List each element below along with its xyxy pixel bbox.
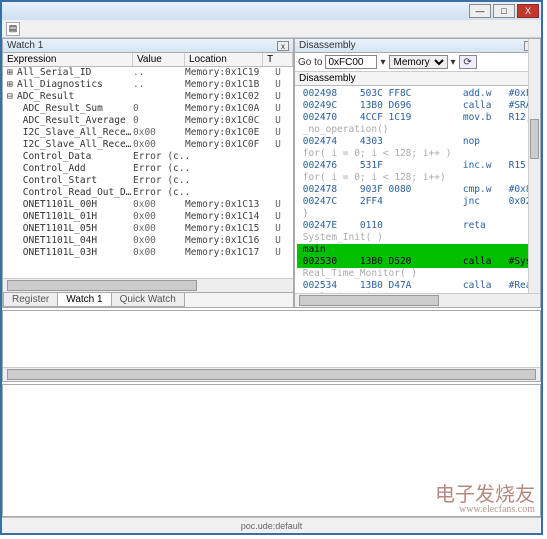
watch-pane-title: Watch 1 x xyxy=(3,39,293,53)
window-titlebar: — □ X xyxy=(2,2,541,20)
disasm-line[interactable]: 002478 903F 0080 cmp.w #0x80,R15 xyxy=(297,184,538,196)
watch-row[interactable]: Control_Read_Out_DataError (c.. xyxy=(3,187,293,199)
disasm-line[interactable]: 002470 4CCF 1C19 mov.b R12,0x1C19(R15) xyxy=(297,112,538,124)
watch-row[interactable]: Control_StartError (c.. xyxy=(3,175,293,187)
watch-row[interactable]: ⊞All_Serial_ID..Memory:0x1C19U xyxy=(3,67,293,79)
tab-register[interactable]: Register xyxy=(3,293,58,307)
disasm-hscroll[interactable] xyxy=(295,293,540,307)
goto-dropdown2-icon[interactable]: ▾ xyxy=(451,57,456,68)
goto-label: Go to xyxy=(298,57,322,68)
tab-watch1[interactable]: Watch 1 xyxy=(57,293,111,307)
watch-rows: ⊞All_Serial_ID..Memory:0x1C19U⊞All_Diagn… xyxy=(3,67,293,278)
disasm-line[interactable]: 00247E 0110 reta xyxy=(297,220,538,232)
tab-quickwatch[interactable]: Quick Watch xyxy=(111,293,185,307)
watch-row[interactable]: ADC_Result_Sum0Memory:0x1C0AU xyxy=(3,103,293,115)
disasm-line[interactable]: } xyxy=(297,208,538,220)
watch-row[interactable]: I2C_Slave_All_Received_Bytes_Coun0x00Mem… xyxy=(3,139,293,151)
disasm-line[interactable]: 00247C 2FF4 jnc 0x02465 xyxy=(297,196,538,208)
watch-pane: Watch 1 x Expression Value Location T ⊞A… xyxy=(2,38,294,308)
toolbar-icon[interactable]: ▤ xyxy=(6,22,20,36)
watch-row[interactable]: ONET1101L_05H0x00Memory:0x1C15U xyxy=(3,223,293,235)
disasm-header: Disassembly xyxy=(295,72,540,85)
watch-row[interactable]: ⊞All_Diagnostics..Memory:0x1C1BU xyxy=(3,79,293,91)
goto-dropdown-icon[interactable]: ▾ xyxy=(380,57,385,68)
watch-row[interactable]: I2C_Slave_All_Received_Memory_Add..0x00M… xyxy=(3,127,293,139)
col-expression[interactable]: Expression xyxy=(3,53,133,66)
disasm-title-label: Disassembly xyxy=(299,40,356,51)
watch-row[interactable]: ⊟ADC_ResultMemory:0x1C02U xyxy=(3,91,293,103)
disasm-line[interactable]: 002474 4303 nop xyxy=(297,136,538,148)
disasm-line[interactable]: Real_Time_Monitor( ) xyxy=(297,268,538,280)
maximize-button[interactable]: □ xyxy=(493,4,515,18)
disasm-line[interactable]: _no_operation() xyxy=(297,124,538,136)
watch-row[interactable]: ONET1101L_04H0x00Memory:0x1C16U xyxy=(3,235,293,247)
status-text: poc.ude:default xyxy=(241,521,303,531)
col-type[interactable]: T xyxy=(263,53,293,66)
main-toolbar: ▤ xyxy=(2,20,541,38)
disasm-line[interactable]: 00249C 13B0 D696 calla #SRAM_Read_Byte xyxy=(297,100,538,112)
disasm-line[interactable]: main xyxy=(297,244,538,256)
middle-panel xyxy=(2,310,541,382)
watch-row[interactable]: ONET1101L_03H0x00Memory:0x1C17U xyxy=(3,247,293,259)
disasm-line[interactable]: 002476 531F inc.w R15 xyxy=(297,160,538,172)
watch-row[interactable]: ONET1101L_00H0x00Memory:0x1C13U xyxy=(3,199,293,211)
close-button[interactable]: X xyxy=(517,4,539,18)
disasm-line[interactable]: for( i = 0; i < 128; i++ ) xyxy=(297,148,538,160)
watch-close-icon[interactable]: x xyxy=(277,41,289,51)
col-location[interactable]: Location xyxy=(185,53,263,66)
watch-row[interactable] xyxy=(3,259,293,271)
watch-row[interactable]: Control_DataError (c.. xyxy=(3,151,293,163)
minimize-button[interactable]: — xyxy=(469,4,491,18)
disasm-vscroll[interactable] xyxy=(528,39,540,293)
watch-columns: Expression Value Location T xyxy=(3,53,293,67)
middle-hscroll[interactable] xyxy=(3,367,540,381)
disasm-header-row: Disassembly xyxy=(295,72,540,86)
memory-select[interactable]: Memory xyxy=(389,55,448,69)
watch-row[interactable]: ONET1101L_01H0x00Memory:0x1C14U xyxy=(3,211,293,223)
disasm-pane-title: Disassembly x xyxy=(295,39,540,53)
status-bar: poc.ude:default xyxy=(2,517,541,533)
watch-title-label: Watch 1 xyxy=(7,40,43,51)
disasm-line[interactable]: 002530 13B0 D520 calla #System_Init xyxy=(297,256,538,268)
disasm-line[interactable]: for( i = 0; i < 128; i++) xyxy=(297,172,538,184)
go-button[interactable]: ⟳ xyxy=(459,55,477,69)
watch-row[interactable]: Control_AddError (c.. xyxy=(3,163,293,175)
goto-input[interactable] xyxy=(325,55,377,69)
watch-hscroll[interactable] xyxy=(3,278,293,292)
disassembly-pane: Disassembly x Go to ▾ Memory ▾ ⟳ Disasse… xyxy=(294,38,541,308)
disasm-line[interactable]: 002534 13B0 D47A calla #Real_Time_Monito… xyxy=(297,280,538,292)
disasm-line[interactable]: 002498 503C FF8C add.w #0xFF8C,R12 xyxy=(297,88,538,100)
disasm-lines[interactable]: 002498 503C FF8C add.w #0xFF8C,R12 00249… xyxy=(295,86,540,293)
bottom-panel xyxy=(2,384,541,517)
disasm-goto-row: Go to ▾ Memory ▾ ⟳ xyxy=(295,53,540,72)
col-value[interactable]: Value xyxy=(133,53,185,66)
disasm-line[interactable]: System_Init( ) xyxy=(297,232,538,244)
watch-row[interactable]: ADC_Result_Average0Memory:0x1C0CU xyxy=(3,115,293,127)
watch-tabs: Register Watch 1 Quick Watch xyxy=(3,292,293,307)
